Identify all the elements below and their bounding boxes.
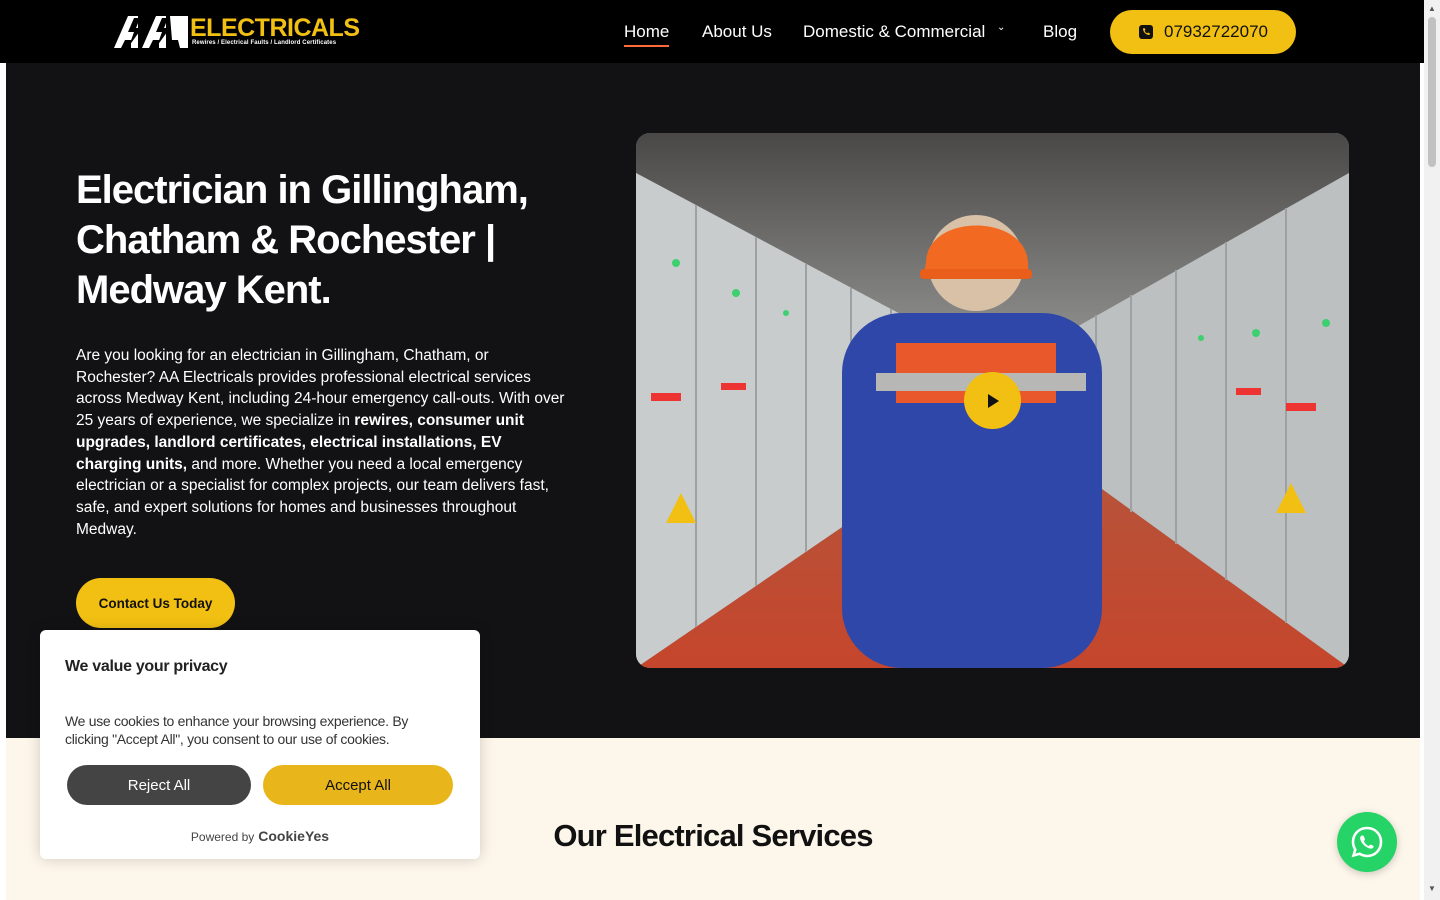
- cookie-banner: We value your privacy We use cookies to …: [40, 630, 480, 859]
- logo-wordmark: ELECTRICALS: [190, 14, 360, 42]
- whatsapp-button[interactable]: [1337, 812, 1397, 872]
- nav-blog[interactable]: Blog: [1043, 20, 1077, 44]
- play-icon: [987, 393, 999, 408]
- cookieyes-logo: CookieYes: [258, 828, 330, 844]
- chevron-down-icon[interactable]: ⌄: [997, 22, 1005, 33]
- site-header: ELECTRICALS Rewires / Electrical Faults …: [0, 0, 1424, 63]
- phone-button[interactable]: 07932722070: [1110, 10, 1296, 54]
- nav-about-us[interactable]: About Us: [702, 20, 772, 44]
- nav-home[interactable]: Home: [624, 20, 670, 47]
- phone-number: 07932722070: [1163, 22, 1268, 41]
- accept-all-button[interactable]: Accept All: [263, 765, 453, 805]
- contact-us-button[interactable]: Contact Us Today: [76, 578, 235, 628]
- hero-video[interactable]: [636, 133, 1349, 668]
- powered-by-label: Powered by: [190, 830, 255, 844]
- nav-domestic-commercial[interactable]: Domestic & Commercial: [803, 20, 985, 44]
- logo-icon: [114, 16, 188, 48]
- powered-by[interactable]: Powered by CookieYes: [40, 828, 480, 844]
- hero-description: Are you looking for an electrician in Gi…: [76, 345, 566, 540]
- scroll-down-arrow-icon[interactable]: ▼: [1428, 884, 1436, 893]
- scrollbar[interactable]: ▲ ▼: [1424, 0, 1440, 900]
- cookie-text: We use cookies to enhance your browsing …: [65, 713, 409, 747]
- logo[interactable]: ELECTRICALS Rewires / Electrical Faults …: [114, 14, 360, 50]
- phone-icon: [1138, 25, 1153, 39]
- reject-all-button[interactable]: Reject All: [67, 765, 251, 805]
- logo-tagline: Rewires / Electrical Faults / Landlord C…: [192, 40, 337, 46]
- whatsapp-icon: [1351, 826, 1383, 858]
- scrollbar-thumb[interactable]: [1428, 17, 1436, 167]
- scroll-up-arrow-icon[interactable]: ▲: [1428, 4, 1436, 13]
- hero-title: Electrician in Gillingham, Chatham & Roc…: [76, 168, 529, 312]
- play-button[interactable]: [964, 372, 1021, 429]
- cookie-title: We value your privacy: [65, 658, 228, 675]
